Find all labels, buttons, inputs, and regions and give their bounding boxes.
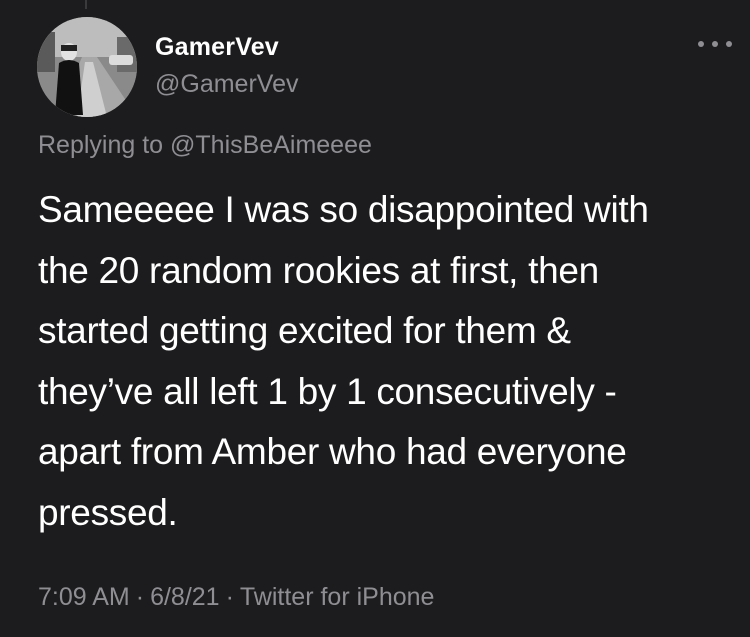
thread-connector-line [85, 0, 87, 9]
replying-to-line: Replying to @ThisBeAimeeee [38, 131, 372, 160]
meta-separator: · [135, 583, 145, 611]
meta-separator: · [225, 583, 234, 611]
avatar-photo [37, 17, 137, 117]
tweet-text-line: they’ve all left 1 by 1 consecutively - [38, 370, 617, 412]
tweet-date[interactable]: 6/8/21 [150, 583, 220, 611]
tweet-text-line: started getting excited for them & [38, 310, 571, 351]
more-options-button[interactable] [698, 34, 732, 54]
avatar[interactable] [37, 17, 137, 117]
more-horizontal-icon-dot [712, 41, 718, 47]
replying-to-label: Replying to [38, 131, 164, 159]
tweet-text-line: Sameeeee I was so disappointed with [38, 189, 649, 230]
reply-to-handle-link[interactable]: @ThisBeAimeeee [170, 131, 372, 159]
author-display-name[interactable]: GamerVev [155, 33, 279, 62]
tweet-text-line: the 20 random rookies at first, then [38, 249, 599, 291]
tweet-text-line: pressed. [38, 491, 178, 533]
tweet-metadata: 7:09 AM · 6/8/21 · Twitter for iPhone [38, 583, 434, 612]
tweet-time[interactable]: 7:09 AM [38, 583, 130, 611]
author-handle[interactable]: @GamerVev [155, 70, 298, 99]
more-horizontal-icon [698, 41, 704, 47]
tweet-text: Sameeeee I was so disappointed with the … [38, 180, 738, 543]
more-horizontal-icon-dot [726, 41, 732, 47]
tweet-source-link[interactable]: Twitter for iPhone [240, 583, 435, 611]
tweet-text-line: apart from Amber who had everyone [38, 431, 627, 472]
